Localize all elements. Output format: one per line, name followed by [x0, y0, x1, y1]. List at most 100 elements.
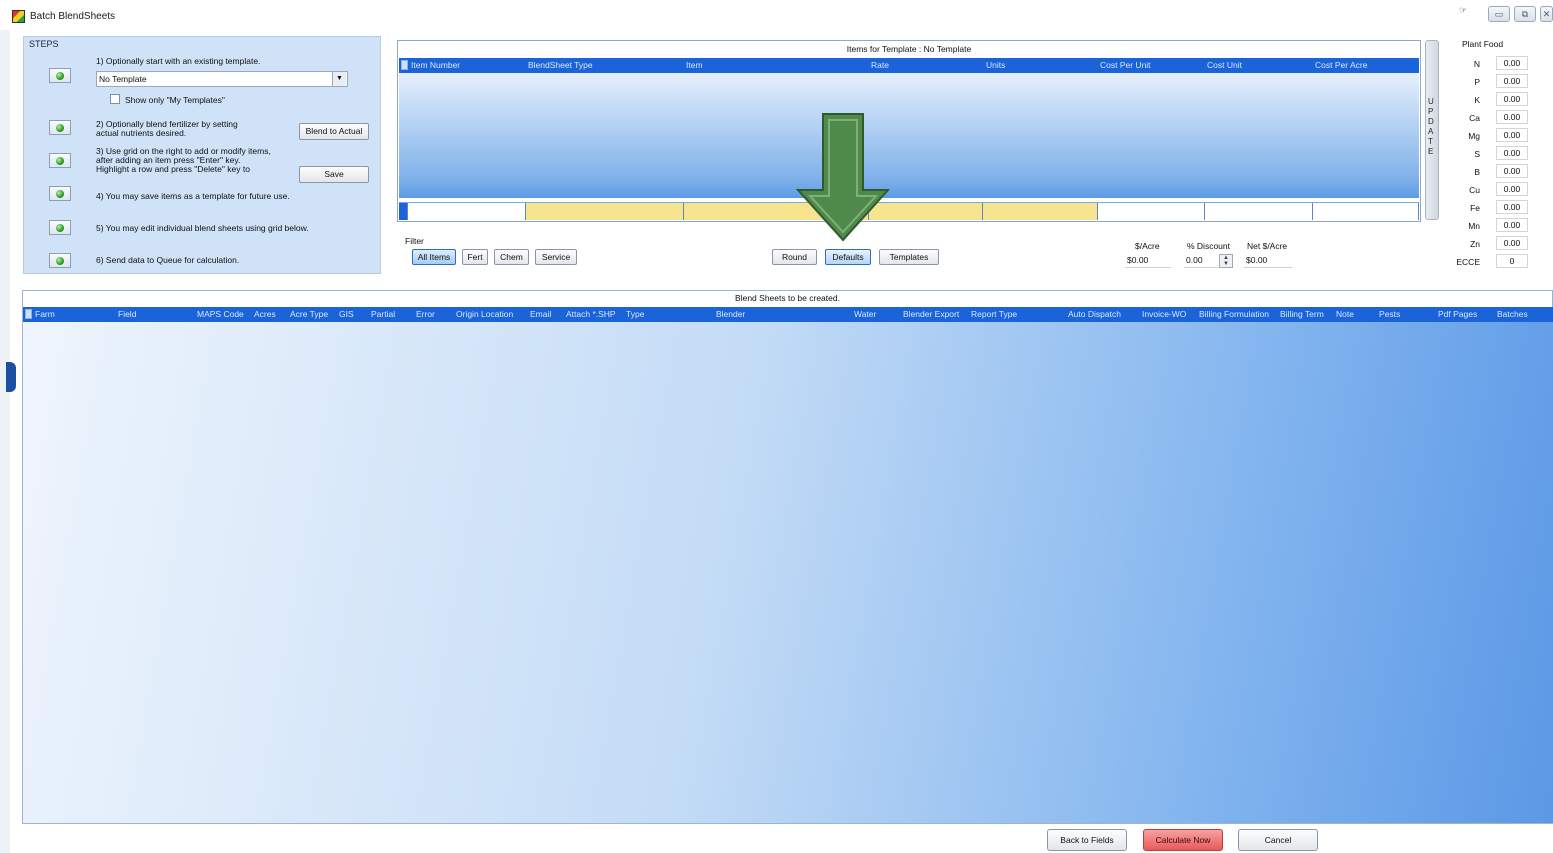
close-button[interactable]: ✕ [1540, 6, 1553, 22]
calculate-now-button[interactable]: Calculate Now [1143, 829, 1223, 851]
maximize-button[interactable]: ⧉ [1514, 6, 1536, 22]
blend-col-header[interactable]: Attach *.SHP [566, 309, 616, 319]
items-col-header[interactable]: Rate [871, 60, 889, 70]
step4-button[interactable] [49, 186, 71, 201]
new-blendsheet-type-cell[interactable] [526, 203, 684, 220]
step6-button[interactable] [49, 253, 71, 268]
blend-col-header[interactable]: MAPS Code [197, 309, 244, 319]
filter-fert-button[interactable]: Fert [462, 249, 488, 265]
nutrient-value-cu[interactable]: 0.00 [1496, 182, 1528, 196]
save-button[interactable]: Save [299, 166, 369, 183]
templates-button[interactable]: Templates [879, 249, 939, 265]
nutrient-value-zn[interactable]: 0.00 [1496, 236, 1528, 250]
nutrient-value-k[interactable]: 0.00 [1496, 92, 1528, 106]
blend-col-header[interactable]: Invoice-WO [1142, 309, 1186, 319]
items-grid-header: Item Number BlendSheet Type Item Rate Un… [399, 58, 1419, 73]
filter-chem-button[interactable]: Chem [494, 249, 529, 265]
blend-col-header[interactable]: Type [626, 309, 644, 319]
items-col-header[interactable]: Item Number [411, 60, 460, 70]
new-units-cell[interactable] [983, 203, 1098, 220]
nutrient-value-b[interactable]: 0.00 [1496, 164, 1528, 178]
blend-sheets-body[interactable] [23, 322, 1553, 823]
app-icon [12, 10, 25, 23]
blend-col-header[interactable]: Field [118, 309, 136, 319]
new-item-number-cell[interactable] [408, 203, 526, 220]
blend-col-header[interactable]: Acres [254, 309, 276, 319]
minimize-button[interactable]: ▭ [1488, 6, 1510, 22]
step5-button[interactable] [49, 220, 71, 235]
blend-col-header[interactable]: Error [416, 309, 435, 319]
step2-button[interactable] [49, 120, 71, 135]
nutrient-value-mn[interactable]: 0.00 [1496, 218, 1528, 232]
nutrient-label-cu: Cu [1469, 185, 1480, 195]
blend-sheets-caption: Blend Sheets to be created. [735, 293, 840, 303]
nutrient-value-fe[interactable]: 0.00 [1496, 200, 1528, 214]
nutrient-value-s[interactable]: 0.00 [1496, 146, 1528, 160]
discount-spinner[interactable]: ▲ ▼ [1219, 254, 1233, 268]
new-cost-unit-cell[interactable] [1205, 203, 1313, 220]
new-cost-per-unit-cell[interactable] [1098, 203, 1205, 220]
blend-col-header[interactable]: Email [530, 309, 551, 319]
grid-menu-icon[interactable] [401, 60, 408, 70]
blend-col-header[interactable]: Partial [371, 309, 395, 319]
items-new-row[interactable] [399, 202, 1419, 220]
step1-text: 1) Optionally start with an existing tem… [96, 56, 261, 66]
blend-col-header[interactable]: Report Type [971, 309, 1017, 319]
filter-service-button[interactable]: Service [535, 249, 577, 265]
defaults-button[interactable]: Defaults [825, 249, 871, 265]
blend-col-header[interactable]: Farm [35, 309, 55, 319]
items-col-header[interactable]: Cost Per Unit [1100, 60, 1151, 70]
items-col-header[interactable]: BlendSheet Type [528, 60, 593, 70]
nutrient-value-mg[interactable]: 0.00 [1496, 128, 1528, 142]
nutrient-value-ecce[interactable]: 0 [1496, 254, 1528, 268]
go-icon [56, 72, 64, 80]
blend-col-header[interactable]: Acre Type [290, 309, 328, 319]
blend-col-header[interactable]: Pdf Pages [1438, 309, 1477, 319]
step3-button[interactable] [49, 153, 71, 168]
blend-to-actual-button[interactable]: Blend to Actual [299, 123, 369, 140]
step1-button[interactable] [49, 68, 71, 83]
blend-col-header[interactable]: Billing Formulation [1199, 309, 1269, 319]
nutrient-label-b: B [1474, 167, 1480, 177]
blend-col-header[interactable]: Note [1336, 309, 1354, 319]
row-selector[interactable] [399, 203, 408, 220]
items-col-header[interactable]: Cost Per Acre [1315, 60, 1367, 70]
new-cost-per-acre-cell[interactable] [1313, 203, 1419, 220]
step6-text: 6) Send data to Queue for calculation. [96, 255, 240, 265]
go-icon [56, 157, 64, 165]
blend-col-header[interactable]: Water [854, 309, 876, 319]
blend-col-header[interactable]: Blender [716, 309, 745, 319]
round-button[interactable]: Round [772, 249, 817, 265]
step2-text-line2: actual nutrients desired. [96, 128, 187, 138]
go-icon [56, 224, 64, 232]
items-col-header[interactable]: Cost Unit [1207, 60, 1242, 70]
my-templates-checkbox[interactable] [110, 94, 120, 104]
discount-label: % Discount [1187, 241, 1230, 251]
nutrient-value-n[interactable]: 0.00 [1496, 56, 1528, 70]
blend-col-header[interactable]: Batches [1497, 309, 1528, 319]
blend-col-header[interactable]: Blender Export [903, 309, 959, 319]
blend-col-header[interactable]: Pests [1379, 309, 1400, 319]
nutrient-label-ca: Ca [1469, 113, 1480, 123]
blend-col-header[interactable]: Billing Term [1280, 309, 1324, 319]
go-icon [56, 190, 64, 198]
per-acre-field[interactable]: $0.00 [1125, 254, 1171, 268]
chevron-down-icon[interactable]: ▼ [332, 72, 346, 86]
items-grid-body[interactable] [399, 73, 1419, 198]
plant-food-title: Plant Food [1462, 39, 1504, 49]
cancel-button[interactable]: Cancel [1238, 829, 1318, 851]
items-col-header[interactable]: Item [686, 60, 703, 70]
discount-field[interactable]: 0.00 [1184, 254, 1218, 268]
blend-col-header[interactable]: GIS [339, 309, 354, 319]
blend-col-header[interactable]: Origin Location [456, 309, 513, 319]
grid-menu-icon[interactable] [25, 309, 32, 319]
nutrient-value-ca[interactable]: 0.00 [1496, 110, 1528, 124]
filter-label: Filter [405, 236, 424, 246]
nutrient-value-p[interactable]: 0.00 [1496, 74, 1528, 88]
back-to-fields-button[interactable]: Back to Fields [1047, 829, 1127, 851]
blend-col-header[interactable]: Auto Dispatch [1068, 309, 1121, 319]
help-icon[interactable]: ☞ [1455, 5, 1471, 19]
items-col-header[interactable]: Units [986, 60, 1005, 70]
side-panel-tab[interactable] [6, 362, 16, 392]
filter-all-items-button[interactable]: All Items [412, 249, 456, 265]
